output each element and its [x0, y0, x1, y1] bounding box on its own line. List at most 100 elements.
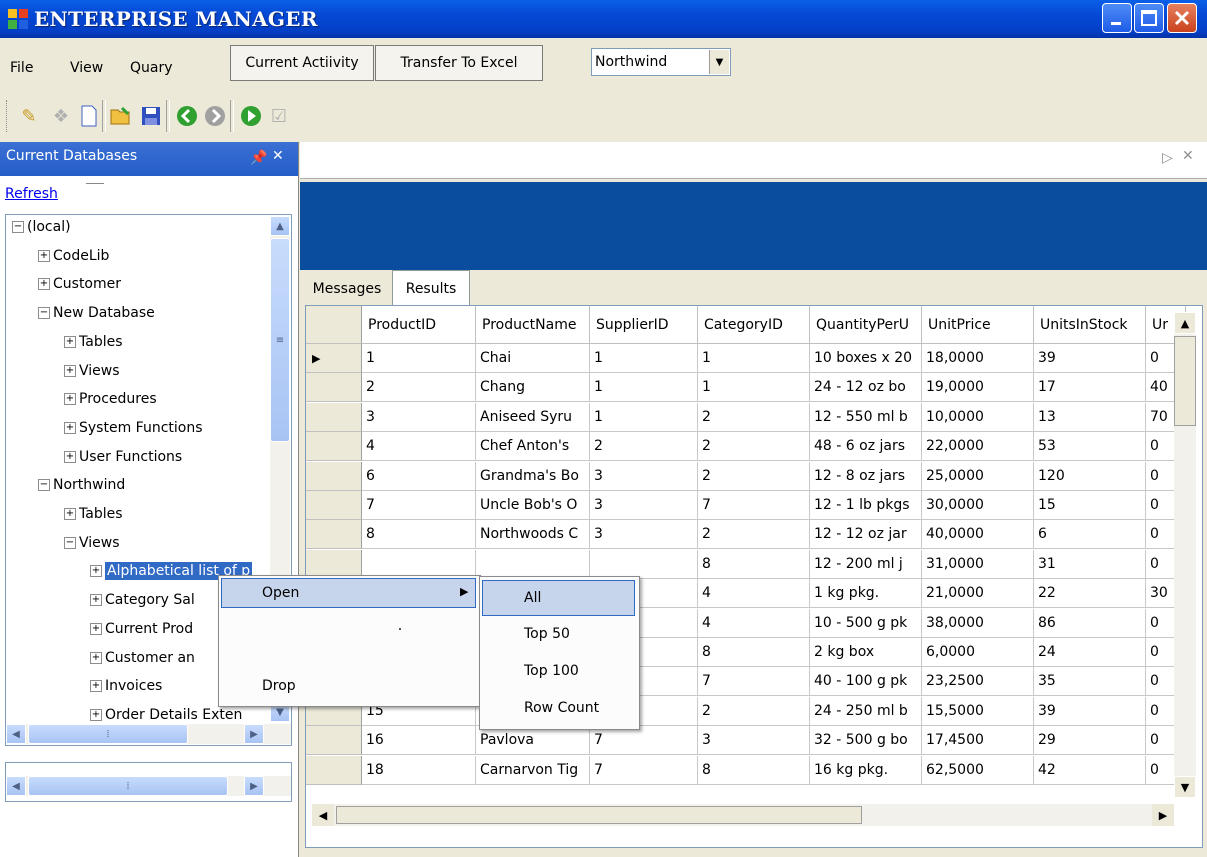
- expand-icon[interactable]: +: [38, 249, 50, 262]
- grid-cell[interactable]: 13: [1034, 402, 1146, 432]
- execute-icon[interactable]: [240, 104, 262, 128]
- grid-cell[interactable]: 2: [698, 402, 810, 432]
- menu-view[interactable]: View: [70, 60, 103, 76]
- grid-cell[interactable]: 3: [698, 726, 810, 756]
- save-icon[interactable]: [140, 104, 162, 128]
- expand-icon[interactable]: +: [90, 622, 102, 635]
- grid-cell[interactable]: 53: [1034, 432, 1146, 462]
- expand-icon[interactable]: +: [38, 278, 50, 291]
- row-header[interactable]: [306, 461, 362, 491]
- current-activity-button[interactable]: Current Actiivity: [230, 45, 374, 81]
- tree-node[interactable]: + Category Sal: [90, 592, 195, 608]
- collapse-icon[interactable]: −: [38, 307, 50, 320]
- submenu-top-50[interactable]: Top 50: [524, 626, 570, 642]
- grid-cell[interactable]: 1: [698, 344, 810, 373]
- grid-cell[interactable]: Aniseed Syru: [476, 402, 590, 432]
- grid-cell[interactable]: 29: [1034, 726, 1146, 756]
- column-header[interactable]: CategoryID: [698, 306, 810, 344]
- grid-cell[interactable]: 39: [1034, 696, 1146, 726]
- minimize-button[interactable]: [1102, 3, 1132, 33]
- grid-cell[interactable]: 18,0000: [922, 344, 1034, 373]
- expand-icon[interactable]: +: [90, 680, 102, 693]
- scroll-down-button[interactable]: ▼: [1174, 776, 1196, 798]
- grid-cell[interactable]: 7: [698, 491, 810, 520]
- grid-cell[interactable]: 38,0000: [922, 608, 1034, 638]
- new-document-icon[interactable]: [78, 104, 100, 128]
- column-header[interactable]: QuantityPerU: [810, 306, 922, 344]
- grid-cell[interactable]: 10 boxes x 20: [810, 344, 922, 373]
- grid-cell[interactable]: 24 - 12 oz bo: [810, 373, 922, 403]
- expand-icon[interactable]: +: [64, 421, 76, 434]
- grid-cell[interactable]: 62,5000: [922, 755, 1034, 785]
- grid-cell[interactable]: 40 - 100 g pk: [810, 667, 922, 697]
- menu-file[interactable]: File: [10, 60, 33, 76]
- grid-cell[interactable]: 2: [698, 461, 810, 491]
- grid-cell[interactable]: 12 - 200 ml j: [810, 549, 922, 579]
- grid-cell[interactable]: 18: [362, 755, 476, 785]
- grid-cell[interactable]: 16 kg pkg.: [810, 755, 922, 785]
- scroll-right-button[interactable]: ▶: [1152, 804, 1174, 826]
- tree-node[interactable]: + User Functions: [64, 449, 182, 465]
- grid-cell[interactable]: 12 - 550 ml b: [810, 402, 922, 432]
- expand-icon[interactable]: +: [90, 565, 102, 578]
- tree-node[interactable]: + Tables: [64, 506, 123, 522]
- scroll-thumb[interactable]: ⦙: [28, 776, 228, 796]
- grid-cell[interactable]: Pavlova: [476, 726, 590, 756]
- grid-cell[interactable]: 19,0000: [922, 373, 1034, 403]
- tree-node[interactable]: − New Database: [38, 305, 155, 321]
- column-header[interactable]: ProductID: [362, 306, 476, 344]
- grid-cell[interactable]: 1: [590, 402, 698, 432]
- close-icon[interactable]: ✕: [272, 148, 284, 164]
- tree-node[interactable]: + Tables: [64, 334, 123, 350]
- grid-cell[interactable]: 7: [362, 491, 476, 520]
- grid-cell[interactable]: 7: [590, 755, 698, 785]
- grid-cell[interactable]: 24 - 250 ml b: [810, 696, 922, 726]
- grid-cell[interactable]: 48 - 6 oz jars: [810, 432, 922, 462]
- grid-cell[interactable]: 86: [1034, 608, 1146, 638]
- tree-node[interactable]: + Invoices: [90, 678, 162, 694]
- scroll-up-button[interactable]: ▲: [1174, 312, 1196, 334]
- grid-cell[interactable]: 16: [362, 726, 476, 756]
- scroll-left-button[interactable]: ◀: [312, 804, 334, 826]
- tree-node[interactable]: + Customer: [38, 276, 121, 292]
- row-header[interactable]: [306, 520, 362, 550]
- tree-node[interactable]: − (local): [12, 219, 71, 235]
- context-menu-drop[interactable]: Drop: [262, 678, 296, 694]
- properties-icon[interactable]: ❖: [50, 104, 72, 128]
- grid-cell[interactable]: 12 - 12 oz jar: [810, 520, 922, 550]
- grid-cell[interactable]: 35: [1034, 667, 1146, 697]
- menu-query[interactable]: Quary: [130, 60, 173, 76]
- submenu-top-100[interactable]: Top 100: [524, 663, 579, 679]
- grid-cell[interactable]: 10,0000: [922, 402, 1034, 432]
- edit-icon[interactable]: ✎: [18, 104, 40, 128]
- check-icon[interactable]: ☑: [268, 104, 290, 128]
- scroll-thumb[interactable]: ≡: [270, 238, 290, 442]
- scroll-right-button[interactable]: ▶: [244, 724, 264, 744]
- grid-cell[interactable]: 25,0000: [922, 461, 1034, 491]
- transfer-to-excel-button[interactable]: Transfer To Excel: [375, 45, 543, 81]
- column-header[interactable]: UnitPrice: [922, 306, 1034, 344]
- grid-cell[interactable]: 6: [362, 461, 476, 491]
- grid-cell[interactable]: 17: [1034, 373, 1146, 403]
- collapse-icon[interactable]: −: [64, 536, 76, 549]
- grid-cell[interactable]: 31: [1034, 549, 1146, 579]
- refresh-link[interactable]: Refresh: [5, 186, 58, 202]
- row-header[interactable]: [306, 755, 362, 785]
- column-header[interactable]: SupplierID: [590, 306, 698, 344]
- scroll-thumb[interactable]: [336, 806, 862, 824]
- grid-cell[interactable]: [476, 549, 590, 579]
- grid-cell[interactable]: 1: [590, 344, 698, 373]
- open-folder-icon[interactable]: [110, 104, 132, 128]
- grid-cell[interactable]: Chang: [476, 373, 590, 403]
- grid-cell[interactable]: 8: [362, 520, 476, 550]
- row-header[interactable]: [306, 432, 362, 462]
- forward-icon[interactable]: [204, 104, 226, 128]
- row-header[interactable]: [306, 726, 362, 756]
- tree-node[interactable]: + Views: [64, 363, 120, 379]
- grid-cell[interactable]: 8: [698, 638, 810, 667]
- grid-cell[interactable]: Uncle Bob's O: [476, 491, 590, 520]
- row-header[interactable]: ▶: [306, 344, 362, 373]
- grid-cell[interactable]: 3: [590, 520, 698, 550]
- scroll-right-button[interactable]: ▶: [244, 776, 264, 796]
- grid-cell[interactable]: 1 kg pkg.: [810, 579, 922, 609]
